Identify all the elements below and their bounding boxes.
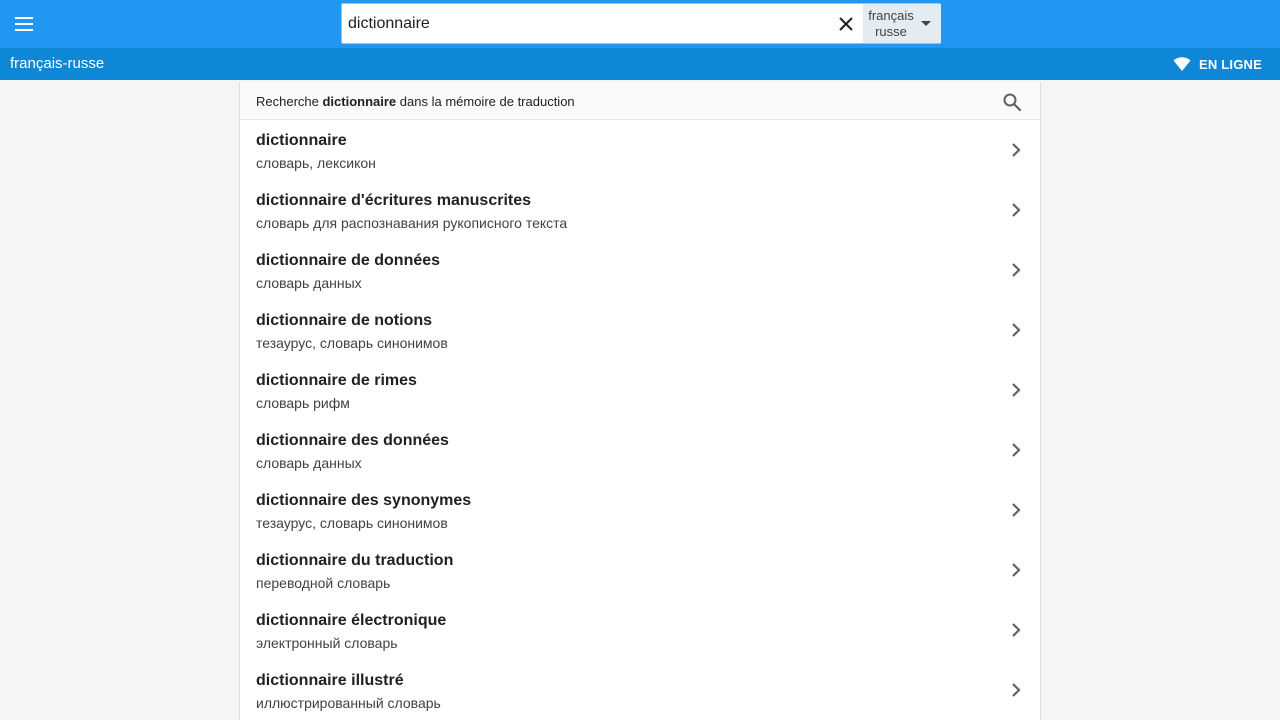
result-item[interactable]: dictionnaire d'écritures manuscrites слов… [240,180,1040,240]
caret-down-icon [921,21,931,26]
clear-search-button[interactable] [834,12,858,36]
wifi-icon [1173,57,1191,71]
result-term: dictionnaire de rimes [256,372,417,389]
results-list: dictionnaire словарь, лексикон dictionnair… [240,120,1040,720]
chevron-right-icon [1012,443,1021,457]
result-item[interactable]: dictionnaire словарь, лексикон [240,120,1040,180]
result-item[interactable]: dictionnaire de notions тезаурус, словарь… [240,300,1040,360]
chevron-right-icon [1012,683,1021,697]
chevron-right-icon [1012,563,1021,577]
dictionary-title: français-russe [10,55,105,72]
result-translation: иллюстрированный словарь [256,695,441,711]
dictionary-bar: français-russe EN LIGNE [0,48,1280,80]
app-bar: français russe [0,0,1280,48]
result-translation: словарь данных [256,455,362,471]
chevron-right-icon [1012,503,1021,517]
source-language: français [868,8,914,23]
result-term: dictionnaire d'écritures manuscrites [256,192,532,209]
result-term: dictionnaire illustré [256,672,404,689]
result-term: dictionnaire des synonymes [256,492,472,509]
result-item[interactable]: dictionnaire électronique электронный сло… [240,600,1040,660]
translation-memory-text: Recherche dictionnaire dans la mémoire d… [256,94,575,109]
chevron-right-icon [1012,323,1021,337]
online-status[interactable]: EN LIGNE [1173,56,1262,72]
language-pair-label: français russe [863,8,919,40]
chevron-right-icon [1012,203,1021,217]
search-input[interactable] [342,4,832,43]
result-translation: словарь данных [256,275,362,291]
chevron-right-icon [1012,383,1021,397]
result-item[interactable]: dictionnaire de données словарь данных [240,240,1040,300]
search-icon [1003,93,1022,112]
memory-prefix: Recherche [256,94,323,109]
chevron-right-icon [1012,263,1021,277]
results-panel: Recherche dictionnaire dans la mémoire d… [239,82,1041,720]
result-translation: тезаурус, словарь синонимов [256,515,448,531]
result-term: dictionnaire de notions [256,312,433,329]
menu-button[interactable] [10,10,38,38]
result-item[interactable]: dictionnaire illustré иллюстрированный сл… [240,660,1040,720]
result-translation: словарь для распознавания рукописного те… [256,215,568,231]
language-pair-select[interactable]: français russe [863,4,941,43]
result-item[interactable]: dictionnaire des données словарь данных [240,420,1040,480]
translation-memory-search[interactable]: Recherche dictionnaire dans la mémoire d… [240,82,1040,120]
chevron-right-icon [1012,143,1021,157]
result-term: dictionnaire de données [256,252,441,269]
memory-suffix: dans la mémoire de traduction [396,94,575,109]
result-item[interactable]: dictionnaire du traduction переводной сло… [240,540,1040,600]
result-translation: переводной словарь [256,575,391,591]
result-item[interactable]: dictionnaire des synonymes тезаурус, слов… [240,480,1040,540]
result-translation: словарь, лексикон [256,155,376,171]
menu-icon [15,17,33,31]
result-translation: словарь рифм [256,395,350,411]
chevron-right-icon [1012,623,1021,637]
memory-term: dictionnaire [322,94,397,109]
result-item[interactable]: dictionnaire de rimes словарь рифм [240,360,1040,420]
result-term: dictionnaire électronique [256,612,447,629]
result-translation: тезаурус, словарь синонимов [256,335,448,351]
search-box: français russe [341,3,941,44]
online-status-label: EN LIGNE [1199,56,1262,72]
result-translation: электронный словарь [256,635,398,651]
close-icon [839,17,853,31]
result-term: dictionnaire des données [256,432,449,449]
target-language: russe [875,24,907,39]
result-term: dictionnaire [256,132,347,149]
result-term: dictionnaire du traduction [256,552,454,569]
